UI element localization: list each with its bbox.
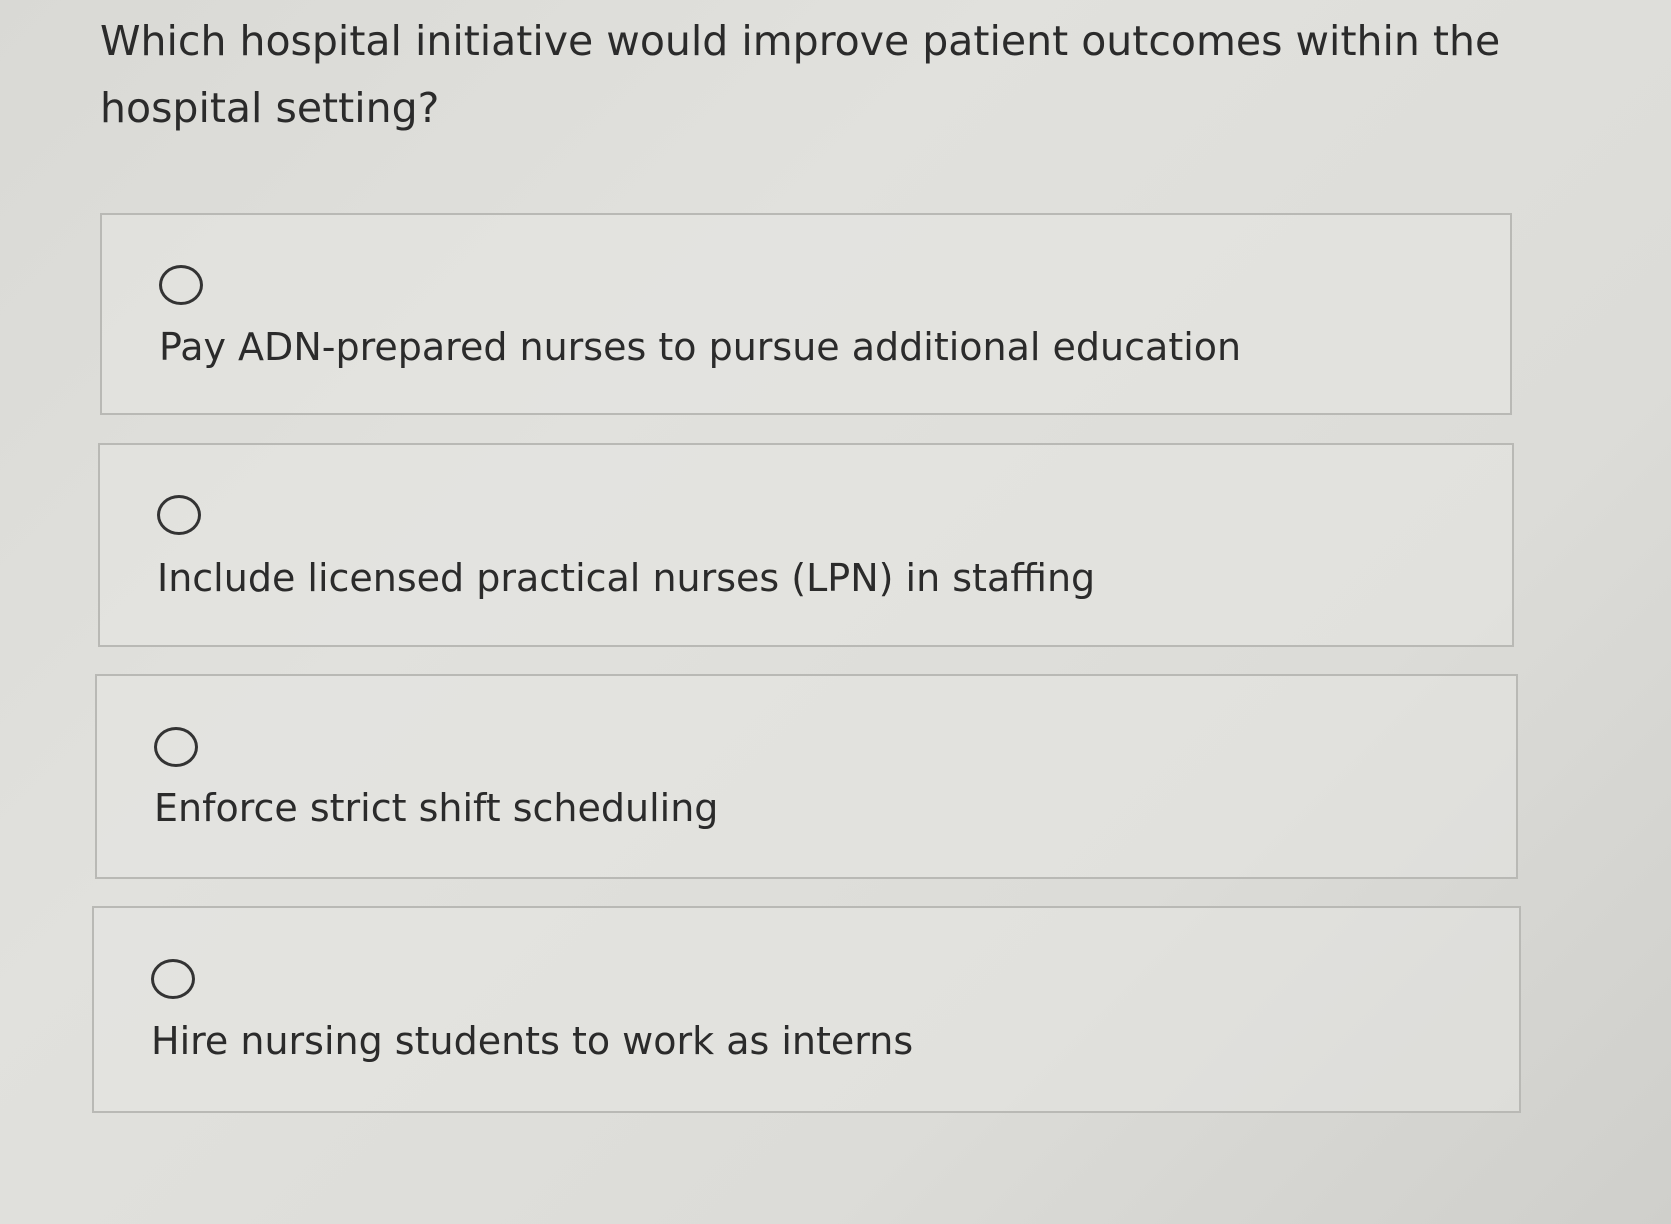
answer-options: Pay ADN-prepared nurses to pursue additi… (0, 0, 1671, 1224)
radio-button-2[interactable] (157, 495, 201, 535)
option-4-label: Hire nursing students to work as interns (151, 1019, 914, 1063)
option-3[interactable]: Enforce strict shift scheduling (95, 674, 1518, 879)
option-1-label: Pay ADN-prepared nurses to pursue additi… (159, 325, 1242, 369)
option-2-label: Include licensed practical nurses (LPN) … (157, 556, 1096, 600)
radio-button-3[interactable] (154, 727, 198, 767)
option-1[interactable]: Pay ADN-prepared nurses to pursue additi… (100, 213, 1512, 415)
option-2[interactable]: Include licensed practical nurses (LPN) … (98, 443, 1514, 647)
option-3-label: Enforce strict shift scheduling (154, 786, 719, 830)
radio-button-4[interactable] (151, 959, 195, 999)
option-4[interactable]: Hire nursing students to work as interns (92, 906, 1521, 1113)
radio-button-1[interactable] (159, 265, 203, 305)
